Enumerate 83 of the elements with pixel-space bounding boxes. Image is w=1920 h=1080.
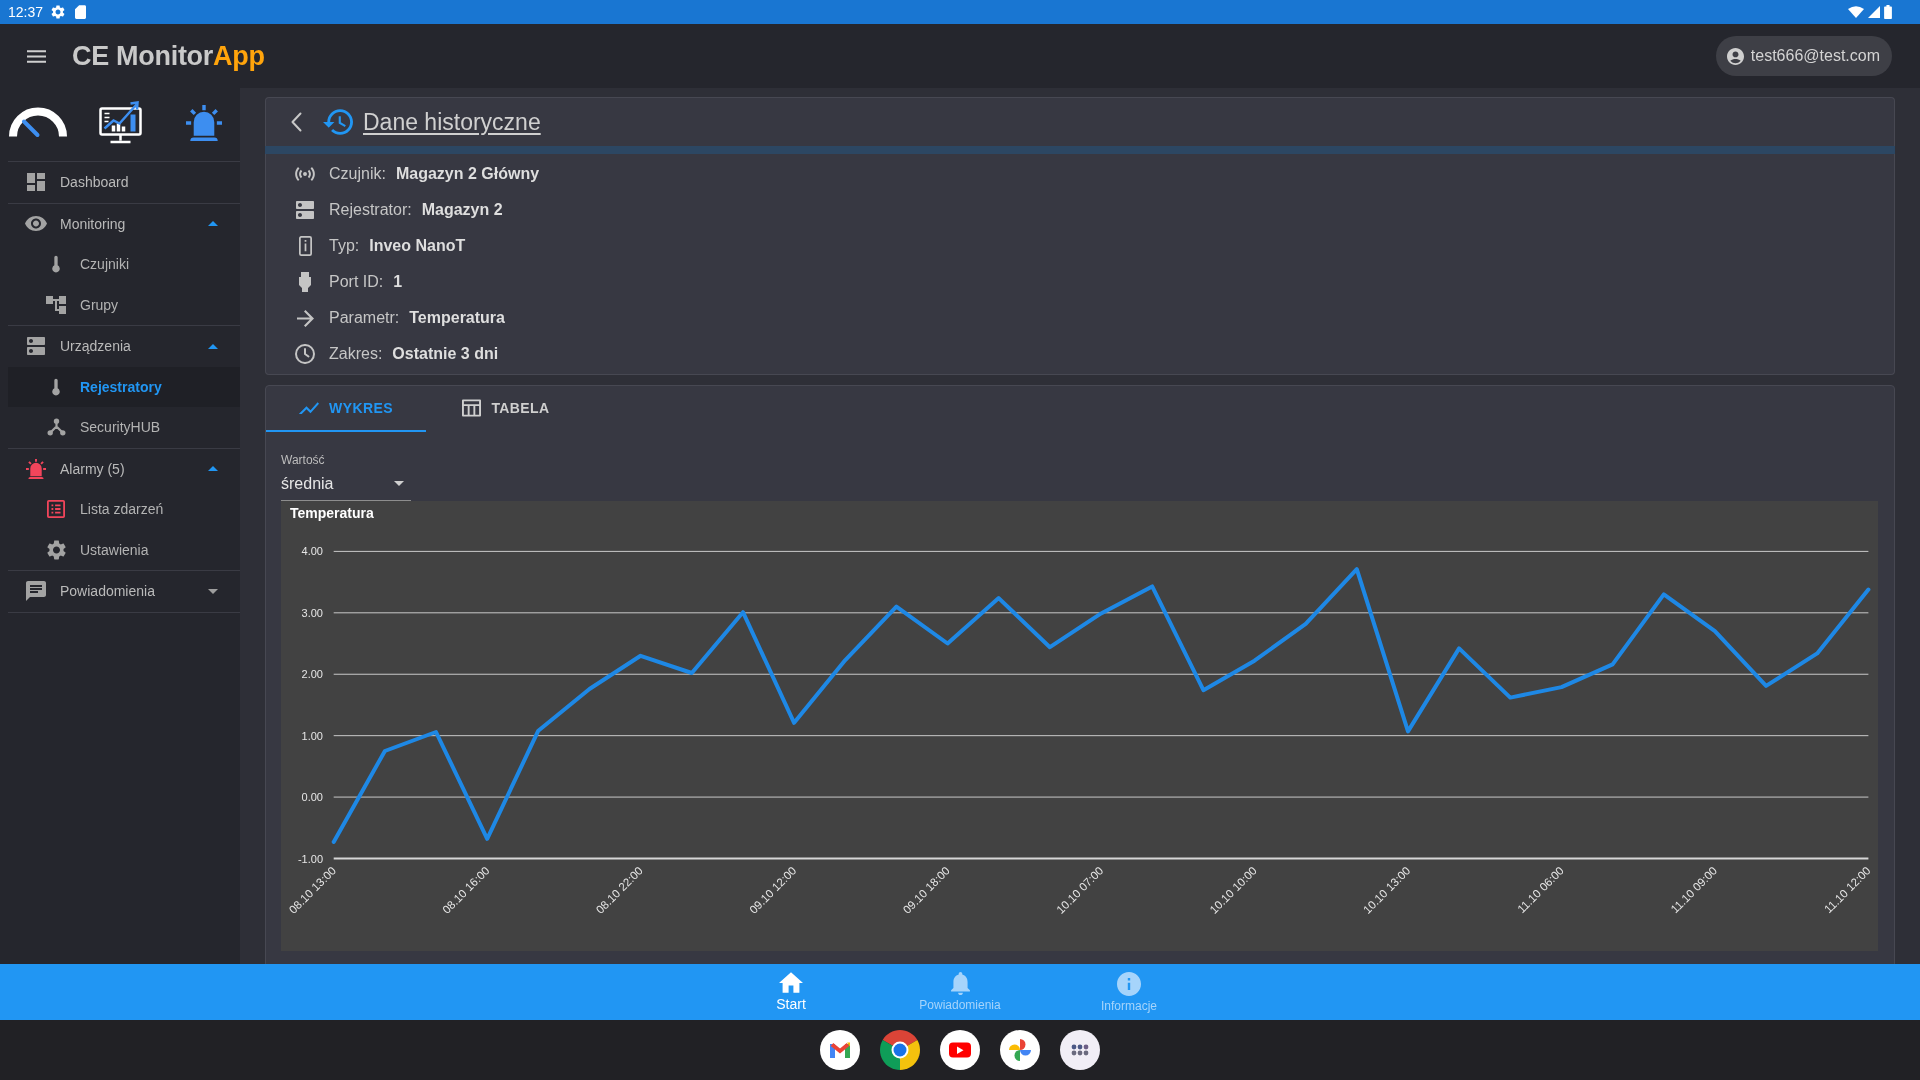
pinwheel-icon[interactable] — [1000, 1030, 1040, 1070]
app-grid-icon[interactable] — [1060, 1030, 1100, 1070]
monitor-chart-icon[interactable] — [99, 100, 142, 145]
menu-icon — [27, 49, 46, 63]
nav-item[interactable]: SecurityHUB — [8, 407, 240, 448]
detail-label: Parametr: — [329, 309, 400, 327]
detail-label: Rejestrator: — [329, 201, 412, 219]
detail-value: Magazyn 2 Główny — [395, 165, 540, 183]
envelope-logo-icon[interactable] — [820, 1030, 860, 1070]
device-info-icon — [298, 236, 312, 256]
detail-label: Port ID: — [329, 273, 384, 291]
arrow-right-icon — [296, 309, 314, 327]
account-icon — [1726, 47, 1744, 65]
eye-icon — [25, 216, 47, 232]
back-button[interactable] — [291, 112, 302, 132]
y-axis-label: 2.00 — [301, 668, 323, 681]
y-axis-label: 0.00 — [301, 791, 323, 804]
caret-up-icon[interactable] — [208, 343, 218, 349]
history-icon — [323, 109, 353, 135]
chat-bubble-icon — [26, 581, 46, 602]
caret-up-icon[interactable] — [208, 221, 218, 227]
thermometer-icon — [51, 376, 61, 397]
tree-icon — [46, 295, 66, 314]
list-icon — [47, 500, 65, 519]
tab[interactable]: WYKRES — [266, 386, 426, 432]
nav-item[interactable]: Lista zdarzeń — [8, 489, 240, 530]
nav-item[interactable]: Urządzenia — [8, 326, 240, 367]
nav-item[interactable]: Czujniki — [8, 244, 240, 285]
plug-icon — [298, 272, 312, 292]
nav-item[interactable]: Monitoring — [8, 203, 240, 244]
user-chip[interactable]: test666@test.com — [1715, 36, 1892, 76]
nav-item[interactable]: Powiadomienia — [8, 571, 240, 612]
clock-icon — [295, 344, 315, 364]
detail-label: Zakres: — [329, 345, 383, 363]
detail-label: Typ: — [329, 237, 360, 255]
menu-button[interactable] — [27, 49, 46, 63]
battery-icon — [1884, 5, 1892, 19]
siren-icon — [26, 458, 46, 479]
y-axis-label: 1.00 — [301, 729, 323, 742]
settings-icon — [51, 5, 66, 19]
detail-value: 1 — [393, 273, 403, 291]
y-axis-label: 4.00 — [301, 545, 323, 558]
detail-value: Inveo NanoT — [369, 237, 466, 255]
status-time: 12:37 — [8, 4, 44, 20]
nav-item[interactable]: Dashboard — [8, 162, 240, 203]
y-axis-label: 3.00 — [301, 606, 323, 619]
chevron-left-icon — [291, 112, 302, 132]
wifi-icon — [1848, 6, 1864, 18]
detail-value: Magazyn 2 — [421, 201, 503, 219]
detail-value: Temperatura — [409, 309, 505, 327]
server-icon — [296, 201, 314, 219]
dashboard-icon — [27, 173, 45, 192]
sd-card-icon — [75, 5, 87, 19]
tricolor-ring-icon[interactable] — [880, 1030, 920, 1070]
gauge-icon[interactable] — [9, 107, 67, 138]
thermometer-icon — [51, 254, 61, 275]
bell-icon — [950, 972, 970, 995]
chart-title: Temperatura — [290, 505, 374, 521]
nav-item[interactable]: Alarmy (5) — [8, 448, 240, 489]
nav-item[interactable]: Grupy — [8, 284, 240, 325]
play-button-icon[interactable] — [940, 1030, 980, 1070]
app-title: CE MonitorApp — [72, 40, 265, 72]
server-icon — [27, 337, 45, 356]
info-icon — [1117, 972, 1141, 996]
table-icon — [462, 399, 482, 417]
field-label: Wartość — [281, 453, 325, 467]
detail-value: Ostatnie 3 dni — [392, 345, 499, 363]
caret-up-icon[interactable] — [208, 466, 218, 472]
signal-icon — [1868, 6, 1880, 18]
tab[interactable]: TABELA — [426, 386, 586, 432]
caret-down-icon[interactable] — [208, 588, 218, 594]
nav-item[interactable]: Ustawienia — [8, 529, 240, 570]
caret-down-icon — [394, 481, 404, 486]
nav-item[interactable]: Rejestratory — [8, 366, 240, 407]
page-title[interactable]: Dane historyczne — [363, 108, 541, 136]
broadcast-icon — [295, 167, 315, 181]
trend-line-icon — [299, 402, 320, 414]
siren-icon[interactable] — [185, 104, 223, 141]
y-axis-label: -1.00 — [297, 852, 323, 865]
hub-icon — [46, 418, 66, 437]
detail-label: Czujnik: — [329, 165, 386, 183]
home-icon — [779, 972, 803, 993]
settings-icon — [46, 539, 66, 560]
